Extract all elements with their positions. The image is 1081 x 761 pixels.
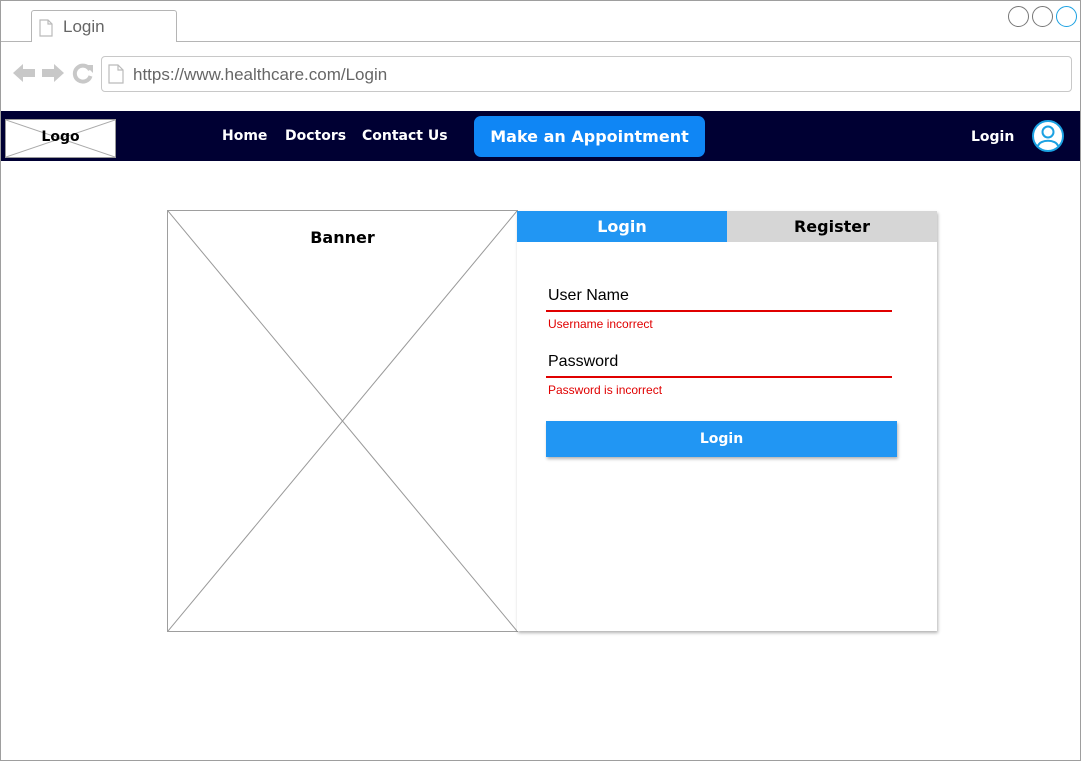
nav-link-home[interactable]: Home	[222, 128, 267, 144]
minimize-button[interactable]	[1008, 6, 1029, 27]
auth-panel: Login Register User Name Username incorr…	[517, 211, 937, 631]
image-placeholder-icon	[168, 211, 517, 631]
browser-tab[interactable]: Login	[31, 10, 177, 42]
user-avatar-icon[interactable]	[1032, 120, 1064, 152]
logo-text: Logo	[41, 129, 80, 145]
nav-link-doctors[interactable]: Doctors	[285, 128, 346, 144]
reload-icon[interactable]	[72, 62, 94, 89]
logo[interactable]: Logo	[5, 119, 116, 158]
close-button[interactable]	[1056, 6, 1077, 27]
page-icon	[39, 19, 53, 42]
back-arrow-icon[interactable]	[12, 62, 36, 89]
password-label: Password	[548, 353, 619, 370]
nav-login-link[interactable]: Login	[971, 129, 1014, 145]
page-icon	[108, 64, 124, 89]
tab-register[interactable]: Register	[727, 211, 937, 242]
username-error: Username incorrect	[548, 317, 653, 331]
url-field[interactable]: https://www.healthcare.com/Login	[101, 56, 1072, 92]
tab-strip: Login	[1, 1, 1080, 42]
banner-label: Banner	[310, 228, 375, 247]
tab-login[interactable]: Login	[517, 211, 727, 242]
address-bar: https://www.healthcare.com/Login	[1, 42, 1080, 111]
password-error: Password is incorrect	[548, 383, 663, 397]
banner-image-placeholder: Banner	[167, 210, 518, 632]
browser-tab-title: Login	[63, 17, 105, 36]
nav-link-contact-us[interactable]: Contact Us	[362, 128, 448, 144]
url-text: https://www.healthcare.com/Login	[133, 65, 388, 84]
password-input[interactable]	[546, 376, 892, 378]
window-controls	[1008, 6, 1077, 27]
make-appointment-button[interactable]: Make an Appointment	[474, 116, 705, 157]
browser-window: Login https://www.healthcare.com/Login L…	[0, 0, 1081, 761]
username-label: User Name	[548, 287, 629, 304]
maximize-button[interactable]	[1032, 6, 1053, 27]
login-submit-button[interactable]: Login	[546, 421, 897, 457]
forward-arrow-icon[interactable]	[41, 62, 65, 89]
site-navbar: Logo Home Doctors Contact Us Make an App…	[1, 111, 1080, 161]
username-input[interactable]	[546, 310, 892, 312]
